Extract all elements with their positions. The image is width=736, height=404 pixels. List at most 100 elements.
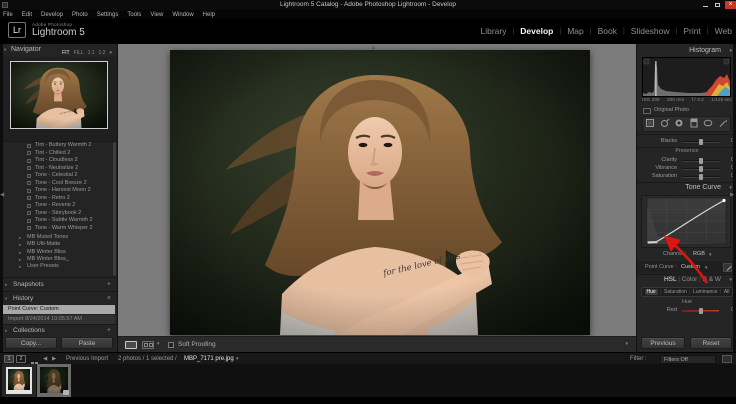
copy-button[interactable]: Copy...: [5, 337, 57, 349]
navigator-header[interactable]: ▾ Navigator FIT FILL 1:1 1:2 ▾: [0, 44, 117, 56]
snapshots-header[interactable]: ▸ Snapshots +: [0, 279, 117, 290]
preset-item[interactable]: Tone - Celestial 2: [0, 172, 113, 180]
menu-photo[interactable]: Photo: [72, 12, 88, 18]
channel-value[interactable]: RGB: [693, 251, 705, 257]
tab-saturation[interactable]: Saturation: [664, 289, 687, 295]
add-snapshot-icon[interactable]: +: [107, 279, 111, 290]
module-web[interactable]: Web: [715, 26, 732, 36]
hsl-collapse-icon[interactable]: ▾: [729, 277, 732, 283]
menu-settings[interactable]: Settings: [97, 12, 119, 18]
menu-window[interactable]: Window: [172, 12, 193, 18]
main-photo[interactable]: [168, 48, 592, 337]
vibrance-slider[interactable]: [682, 166, 719, 172]
loupe-view-icon[interactable]: [125, 341, 137, 349]
tab-luminance[interactable]: Luminance: [693, 289, 717, 295]
tone-curve-graph[interactable]: [641, 195, 731, 248]
bw-segment[interactable]: B & W: [703, 276, 721, 283]
history-step-selected[interactable]: Point Curve: Custom: [2, 305, 115, 314]
preset-item[interactable]: Tone - Retro 2: [0, 195, 113, 203]
histogram-graph[interactable]: [642, 57, 731, 97]
tone-curve-collapse-icon[interactable]: ▾: [729, 185, 732, 191]
soft-proofing-checkbox[interactable]: [168, 342, 174, 348]
maximize-button[interactable]: [712, 1, 723, 9]
channel-caret-icon[interactable]: ▾: [709, 252, 712, 258]
go-back-icon[interactable]: ◀: [43, 356, 47, 362]
filmstrip-thumbnail-selected[interactable]: [37, 364, 71, 397]
menu-tools[interactable]: Tools: [127, 12, 141, 18]
point-curve-caret-icon[interactable]: ▾: [705, 265, 708, 271]
preset-item[interactable]: Tone - Subtle Warmth 2: [0, 217, 113, 225]
filter-dropdown[interactable]: Filters Off: [660, 355, 716, 364]
preset-item[interactable]: Tint - Buttery Warmth 2: [0, 142, 113, 150]
history-step[interactable]: Import 8/24/2014 10:05:57 AM: [2, 314, 115, 324]
module-book[interactable]: Book: [598, 26, 617, 36]
edit-point-curve-icon[interactable]: [723, 263, 732, 272]
main-window-icon[interactable]: 1: [4, 355, 14, 363]
history-header[interactable]: ▾ History ×: [0, 293, 117, 304]
collections-header[interactable]: ▸ Collections +: [0, 325, 117, 336]
adjustment-brush-tool-icon[interactable]: [718, 115, 728, 133]
preset-group[interactable]: ▸ MB Winter Bliss: [0, 249, 113, 256]
hsl-header[interactable]: HSL | Color | B & W: [637, 276, 733, 283]
color-segment[interactable]: Color: [682, 276, 698, 283]
module-slideshow[interactable]: Slideshow: [631, 26, 670, 36]
red-hue-slider[interactable]: [682, 308, 719, 314]
preset-item[interactable]: Tone - Warm Whisper 2: [0, 225, 113, 233]
module-develop[interactable]: Develop: [520, 26, 553, 36]
preset-item[interactable]: Tint - Cloudless 2: [0, 157, 113, 165]
red-eye-tool-icon[interactable]: [674, 115, 684, 133]
filmstrip-filter-toggle-icon[interactable]: [722, 355, 732, 363]
left-panel-collapse-icon[interactable]: ◀: [0, 192, 4, 198]
saturation-slider-thumb[interactable]: [698, 174, 703, 180]
toolbar-options-caret-icon[interactable]: ▾: [625, 341, 628, 347]
paste-button[interactable]: Paste: [61, 337, 113, 349]
add-collection-icon[interactable]: +: [107, 325, 111, 336]
tab-hue[interactable]: Hue: [644, 289, 658, 295]
radial-filter-tool-icon[interactable]: [703, 115, 713, 133]
menu-file[interactable]: File: [3, 12, 13, 18]
close-button[interactable]: ×: [725, 1, 736, 9]
tone-curve-title[interactable]: Tone Curve: [637, 184, 733, 191]
preset-scrollbar[interactable]: [113, 142, 116, 276]
blacks-slider-thumb[interactable]: [698, 139, 703, 145]
clarity-slider[interactable]: [682, 158, 719, 164]
preset-group[interactable]: ▸ User Presets: [0, 263, 113, 270]
preset-group[interactable]: ▸ MB Winter Bliss_: [0, 256, 113, 263]
crop-tool-icon[interactable]: [645, 115, 655, 133]
second-window-icon[interactable]: 2: [16, 355, 26, 363]
preset-item[interactable]: Tint - Neutralize 2: [0, 165, 113, 173]
spot-removal-tool-icon[interactable]: [660, 115, 670, 133]
preset-group[interactable]: ▸ MB Muted Tones: [0, 234, 113, 241]
minimize-button[interactable]: [700, 1, 711, 9]
graduated-filter-tool-icon[interactable]: [689, 115, 699, 133]
previous-button[interactable]: Previous: [641, 337, 685, 349]
module-print[interactable]: Print: [683, 26, 700, 36]
menu-edit[interactable]: Edit: [22, 12, 32, 18]
right-panel-collapse-icon[interactable]: ▶: [730, 192, 734, 198]
module-map[interactable]: Map: [567, 26, 584, 36]
reset-button[interactable]: Reset: [690, 337, 732, 349]
menu-view[interactable]: View: [150, 12, 163, 18]
before-after-icon[interactable]: [142, 341, 154, 349]
go-forward-icon[interactable]: ▶: [52, 356, 56, 362]
filmstrip-source-caret-icon[interactable]: ▾: [236, 356, 239, 362]
menu-develop[interactable]: Develop: [41, 12, 63, 18]
preset-item[interactable]: Tone - Reverie 2: [0, 202, 113, 210]
saturation-slider[interactable]: [682, 174, 719, 180]
preset-item[interactable]: Tint - Chilled 2: [0, 150, 113, 158]
blacks-slider[interactable]: [682, 139, 719, 145]
tab-all[interactable]: All: [724, 289, 730, 295]
menu-help[interactable]: Help: [203, 12, 215, 18]
point-curve-value[interactable]: Custom: [681, 264, 700, 270]
filmstrip-thumbnail[interactable]: [2, 364, 36, 397]
preset-item[interactable]: Tone - Storybook 2: [0, 210, 113, 218]
preset-group[interactable]: ▸ MB Ulti-Matte: [0, 241, 113, 248]
navigator-preview[interactable]: [10, 61, 108, 129]
clear-history-icon[interactable]: ×: [107, 293, 111, 304]
preset-item[interactable]: Tone - Harvest Moon 2: [0, 187, 113, 195]
histogram-title[interactable]: Histogram: [637, 47, 733, 54]
before-after-caret-icon[interactable]: ▾: [157, 341, 160, 347]
red-hue-slider-thumb[interactable]: [698, 308, 703, 314]
module-library[interactable]: Library: [480, 26, 506, 36]
histogram-collapse-icon[interactable]: ▾: [729, 48, 732, 54]
